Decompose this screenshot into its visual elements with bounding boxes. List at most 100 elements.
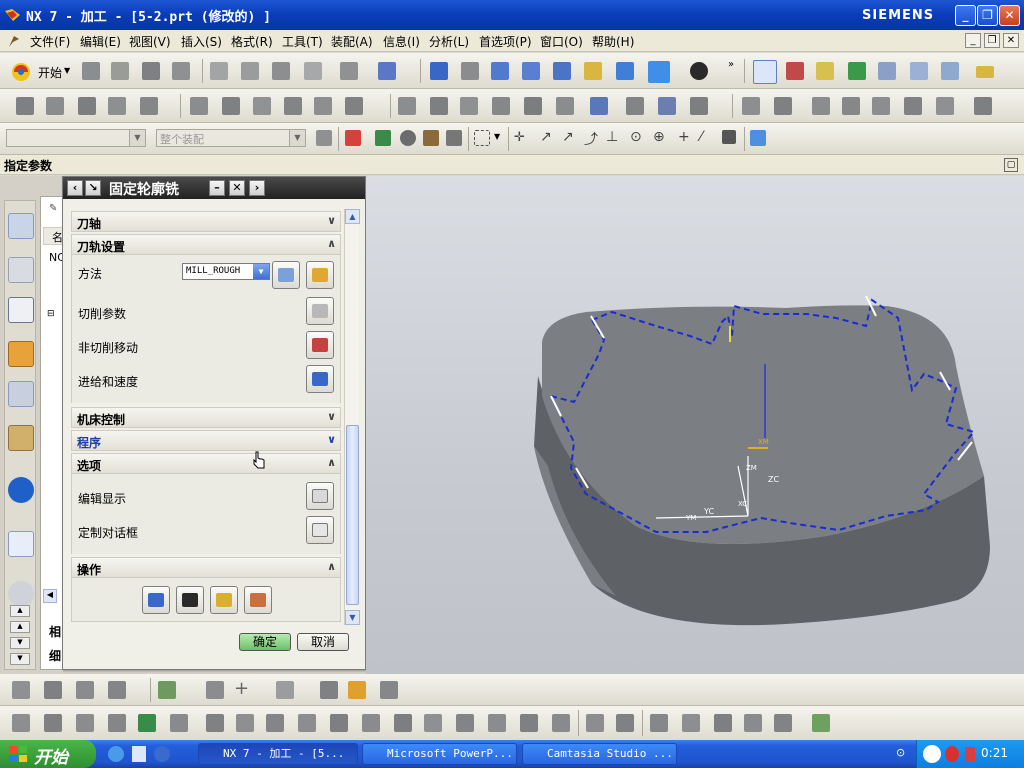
paste-object-icon[interactable] <box>284 97 302 115</box>
open-file-icon[interactable] <box>111 62 129 80</box>
assembly-navigator-icon[interactable] <box>8 213 34 239</box>
verify-button[interactable] <box>210 586 238 614</box>
task-powerpoint[interactable]: Microsoft PowerP... <box>362 743 517 765</box>
edit-method-button[interactable] <box>306 261 334 289</box>
navigator-tab-details[interactable]: 细 <box>49 647 61 664</box>
undo-icon[interactable] <box>340 62 358 80</box>
create-program-icon[interactable] <box>16 97 34 115</box>
ok-button[interactable]: 确定 <box>239 633 291 651</box>
edit-object-icon[interactable] <box>190 97 208 115</box>
copy-object-icon[interactable] <box>253 97 271 115</box>
rename-object-icon[interactable] <box>345 97 363 115</box>
media-icon[interactable] <box>154 746 170 762</box>
navigator-tab-dependencies[interactable]: 相 <box>49 623 61 640</box>
csys-create-icon[interactable] <box>158 681 176 699</box>
menu-analysis[interactable]: 分析(L) <box>429 33 469 50</box>
save-icon[interactable] <box>142 62 160 80</box>
scroll-up-icon[interactable]: ▲ <box>345 209 360 224</box>
wcs-orient-icon[interactable] <box>753 60 777 84</box>
type-filter-combo[interactable]: ▼ <box>6 129 146 147</box>
render-style-icon[interactable] <box>690 62 708 80</box>
verify-path-icon[interactable] <box>878 62 896 80</box>
copy-icon[interactable] <box>241 62 259 80</box>
perspective-icon[interactable] <box>616 62 634 80</box>
task-nx[interactable]: NX 7 - 加工 - [5... <box>198 743 358 765</box>
prompt-expand-button[interactable]: ▢ <box>1004 158 1018 172</box>
feature-group-icon[interactable] <box>774 97 792 115</box>
navigator-pin-icon[interactable]: ✎ <box>49 203 57 214</box>
menu-view[interactable]: 视图(V) <box>129 33 171 50</box>
snap-intersect-icon[interactable]: ⊥ <box>606 129 618 145</box>
close-button[interactable]: ✕ <box>999 5 1020 26</box>
info-icon[interactable] <box>8 477 34 503</box>
dialog-forward-button[interactable]: › <box>249 180 265 196</box>
shell-icon[interactable] <box>424 714 442 732</box>
menu-edit[interactable]: 编辑(E) <box>80 33 121 50</box>
datum-plane-icon[interactable] <box>108 681 126 699</box>
section-program[interactable]: 程序 ∨ <box>71 430 341 451</box>
box-create-icon[interactable] <box>348 681 366 699</box>
mdi-close-button[interactable]: ✕ <box>1003 33 1019 48</box>
post-icon[interactable] <box>590 97 608 115</box>
slot-icon[interactable] <box>330 714 348 732</box>
tray-volume-icon[interactable] <box>965 747 975 761</box>
unite-icon[interactable] <box>12 714 30 732</box>
zoom-in-out-icon[interactable] <box>522 62 540 80</box>
create-operation-icon[interactable] <box>140 97 158 115</box>
measure-icon[interactable] <box>976 66 994 78</box>
web-browser-icon[interactable] <box>8 531 34 557</box>
custom-dialog-button[interactable] <box>306 516 334 544</box>
menu-window[interactable]: 窗口(O) <box>540 33 583 50</box>
point-create-icon[interactable]: + <box>234 678 249 699</box>
curve-icon[interactable] <box>936 97 954 115</box>
cut-params-button[interactable] <box>306 297 334 325</box>
mdi-restore-button[interactable]: ❐ <box>984 33 1000 48</box>
revolve-icon[interactable] <box>76 681 94 699</box>
create-method-icon[interactable] <box>108 97 126 115</box>
mirror-icon[interactable] <box>586 714 604 732</box>
tray-arrow-icon[interactable]: ⊙ <box>896 746 905 759</box>
graphics-window[interactable]: ZC YC ZM YM XM XC <box>366 176 1024 674</box>
cancel-button[interactable]: 取消 <box>297 633 349 651</box>
menu-tools[interactable]: 工具(T) <box>282 33 323 50</box>
menu-assembly[interactable]: 装配(A) <box>331 33 373 50</box>
boundary-icon[interactable] <box>904 97 922 115</box>
windows-start-button[interactable]: 开始 <box>0 740 96 768</box>
cut-object-icon[interactable] <box>222 97 240 115</box>
block-icon[interactable] <box>974 97 992 115</box>
line-create-icon[interactable] <box>276 681 294 699</box>
dialog-close-button[interactable]: ✕ <box>229 180 245 196</box>
chamfer-icon[interactable] <box>170 714 188 732</box>
postprocess-icon[interactable] <box>941 62 959 80</box>
create-method-button[interactable] <box>272 261 300 289</box>
machine-simulate-icon[interactable] <box>524 97 542 115</box>
snap-arc-icon[interactable]: ⤴ <box>584 129 598 149</box>
subtract-icon[interactable] <box>44 714 62 732</box>
menu-format[interactable]: 格式(R) <box>231 33 273 50</box>
extrude-icon[interactable] <box>44 681 62 699</box>
snap-face-icon[interactable] <box>722 130 736 144</box>
section-tool-axis[interactable]: 刀轴 ∨ <box>71 211 341 232</box>
sew-icon[interactable] <box>616 714 634 732</box>
cut-icon[interactable] <box>210 62 228 80</box>
section-machine-control[interactable]: 机床控制 ∨ <box>71 407 341 428</box>
intersect-icon[interactable] <box>76 714 94 732</box>
list-path-icon[interactable] <box>910 62 928 80</box>
print-icon[interactable] <box>172 62 190 80</box>
rotate-icon[interactable] <box>553 62 571 80</box>
history-icon[interactable] <box>8 581 34 607</box>
groove-icon[interactable] <box>362 714 380 732</box>
snap-end-icon[interactable]: ✛ <box>514 130 525 145</box>
scale-body-icon[interactable] <box>488 714 506 732</box>
section-actions[interactable]: 操作 ∧ <box>71 557 341 578</box>
list-icon[interactable] <box>460 97 478 115</box>
generate-button[interactable] <box>142 586 170 614</box>
show-desktop-icon[interactable] <box>132 746 146 762</box>
dialog-scrollbar[interactable]: ▲ ▼ <box>344 209 360 625</box>
dialog-back-button[interactable]: ‹ <box>67 180 83 196</box>
menu-file[interactable]: 文件(F) <box>30 33 70 50</box>
operation-navigator-icon[interactable] <box>8 297 34 323</box>
chain-icon[interactable] <box>206 681 224 699</box>
start-menu-button[interactable]: 开始 <box>38 64 62 81</box>
sketch-icon[interactable] <box>12 681 30 699</box>
